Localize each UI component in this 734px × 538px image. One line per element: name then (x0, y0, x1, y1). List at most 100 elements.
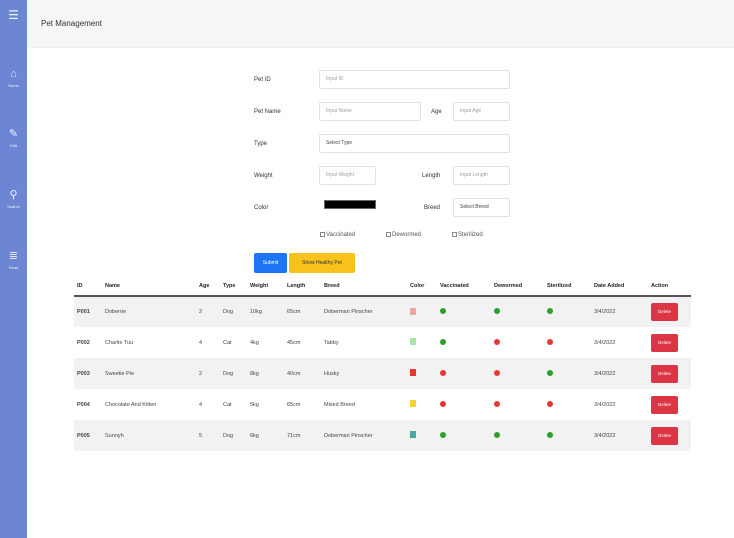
search-icon: ⚲ (9, 189, 18, 201)
cell-dewormed (491, 296, 544, 327)
cell-dewormed (491, 327, 544, 358)
pet-name-input[interactable]: Input Name (319, 102, 421, 121)
breed-select[interactable]: Select Breed (453, 198, 510, 217)
show-healthy-pet-button[interactable]: Show Healthy Pet (289, 253, 355, 273)
cell-color (407, 420, 437, 451)
delete-button[interactable]: Delete (651, 364, 678, 383)
cell-age: 2 (196, 296, 220, 327)
cell-vaccinated (437, 296, 491, 327)
cell-vaccinated (437, 358, 491, 389)
dewormed-checkbox[interactable]: Dewormed (386, 232, 421, 238)
sidebar-item-edit[interactable]: ✎ Edit (0, 128, 27, 149)
age-input[interactable]: Input Age (453, 102, 510, 121)
cell-sterilized (544, 420, 591, 451)
dewormed-label: Dewormed (392, 232, 422, 239)
col-id: ID (74, 276, 102, 297)
cell-name: Doberrie (102, 296, 196, 327)
vaccinated-status-dot (440, 400, 446, 407)
cell-color (407, 389, 437, 420)
table-row: P004 Chocolate And Kitten 4 Cat 5kg 65cm Mixed… (74, 389, 691, 420)
pet-id-input[interactable]: Input ID (319, 70, 510, 89)
sterilized-checkbox[interactable]: Sterilized (452, 232, 483, 238)
sterilized-status-dot (547, 400, 553, 407)
cell-sterilized (544, 358, 591, 389)
length-label: Length (422, 173, 441, 179)
vaccinated-checkbox[interactable]: Vaccinated (320, 232, 355, 238)
cell-sterilized (544, 389, 591, 420)
cell-name: Sweetie Pie (102, 358, 196, 389)
sidebar-item-home[interactable]: ⌂ Home (0, 68, 27, 89)
cell-id: P005 (74, 420, 102, 451)
sterilized-status-dot (547, 431, 553, 438)
dewormed-status-dot (494, 431, 500, 438)
cell-length: 71cm (284, 420, 321, 451)
col-weight: Weight (247, 276, 284, 297)
color-swatch (410, 338, 416, 345)
col-breed: Breed (321, 276, 407, 297)
cell-weight: 4kg (250, 339, 259, 346)
list-icon: ≣ (8, 250, 19, 262)
cell-breed: Doberman Pinscher (321, 420, 407, 451)
cell-action: Delete (648, 296, 691, 327)
cell-name: Charlie Tuu (105, 339, 134, 346)
sterilized-label: Sterilized (458, 232, 483, 239)
delete-button[interactable]: Delete (651, 303, 678, 321)
table-header-row: ID Name Age Type Weight Length Breed Col… (74, 276, 691, 297)
cell-date-added: 3/4/2022 (591, 420, 648, 451)
cell-breed: Husky (321, 358, 407, 389)
weight-input[interactable]: Input Weight (319, 166, 376, 185)
age-label: Age (431, 109, 442, 115)
cell-breed: Mixed Breed (324, 401, 355, 408)
color-swatch (410, 307, 416, 315)
col-dewormed: Dewormed (491, 276, 544, 297)
color-swatch (410, 431, 416, 438)
dewormed-status-dot (494, 308, 500, 314)
color-picker[interactable] (324, 200, 376, 209)
cell-action: Delete (648, 327, 691, 358)
home-icon: ⌂ (10, 68, 17, 80)
delete-button[interactable]: Delete (651, 395, 678, 414)
col-color: Color (407, 276, 437, 297)
color-swatch (410, 400, 416, 407)
cell-name: Chocolate And Kitten (105, 401, 157, 408)
table-row: P001 Doberrie 2 Dog 10kg 65cm Doberman Pinsche… (74, 296, 691, 327)
cell-action: Delete (648, 420, 691, 451)
cell-action: Delete (648, 358, 691, 389)
delete-button[interactable]: Delete (651, 426, 678, 445)
type-select[interactable]: Select Type (319, 134, 510, 153)
dewormed-status-dot (494, 369, 500, 376)
sterilized-status-dot (547, 308, 553, 314)
cell-dewormed (491, 358, 544, 389)
vaccinated-label: Vaccinated (326, 232, 356, 239)
cell-vaccinated (437, 420, 491, 451)
cell-sterilized (544, 296, 591, 327)
cell-color (407, 296, 437, 327)
menu-icon[interactable]: ☰ (0, 8, 27, 22)
cell-type: Cat (223, 339, 232, 346)
submit-button[interactable]: Submit (254, 253, 287, 273)
col-date-added: Date Added (591, 276, 648, 297)
pet-table: ID Name Age Type Weight Length Breed Col… (74, 276, 691, 451)
col-length: Length (284, 276, 321, 297)
cell-dewormed (491, 420, 544, 451)
cell-length: 65cm (287, 401, 301, 408)
color-label: Color (254, 205, 269, 211)
cell-length: 45cm (287, 339, 301, 346)
length-input[interactable]: Input Length (453, 166, 510, 185)
sidebar-item-search[interactable]: ⚲ Search (0, 189, 27, 210)
delete-button[interactable]: Delete (651, 333, 678, 352)
table-row: P002 Charlie Tuu 4 Cat 4kg 45cm Tabby 3/4/2022 D… (74, 327, 691, 358)
cell-weight: 6kg (247, 420, 284, 451)
cell-id: P001 (74, 296, 102, 327)
cell-age: 4 (199, 401, 203, 408)
weight-label: Weight (254, 173, 273, 179)
cell-sterilized (544, 327, 591, 358)
cell-id: P002 (77, 339, 90, 346)
dewormed-status-dot (494, 338, 500, 345)
col-age: Age (196, 276, 220, 297)
cell-breed: Tabby (324, 339, 339, 346)
sidebar-item-read[interactable]: ≣ Read (0, 250, 27, 271)
cell-age: 5 (196, 420, 220, 451)
sidebar: ☰ ⌂ Home ✎ Edit ⚲ Search ≣ Read (0, 0, 27, 538)
cell-type: Dog (220, 358, 247, 389)
